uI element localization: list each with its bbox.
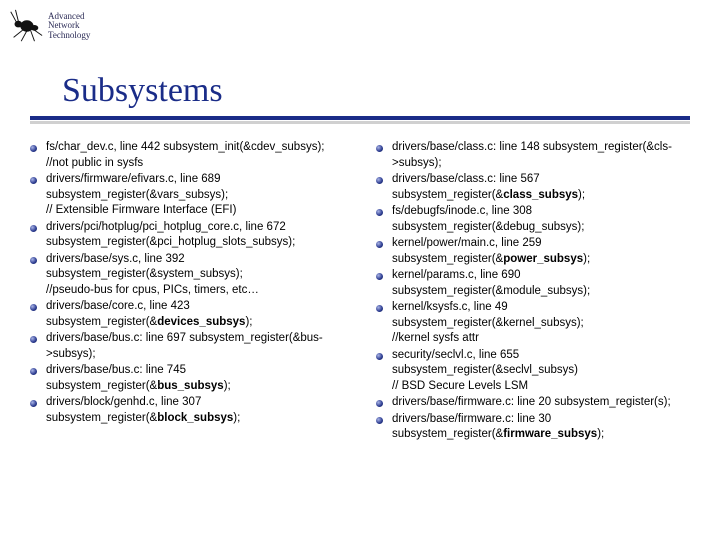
list-item: fs/char_dev.c, line 442 subsystem_init(&…	[30, 140, 350, 171]
logo: Advanced Network Technology	[6, 4, 126, 48]
list-item: drivers/pci/hotplug/pci_hotplug_core.c, …	[30, 220, 350, 251]
list-item: drivers/base/bus.c: line 745 subsystem_r…	[30, 363, 350, 394]
list-item: security/seclvl.c, line 655 subsystem_re…	[376, 348, 696, 395]
list-item: drivers/base/bus.c: line 697 subsystem_r…	[30, 331, 350, 362]
ant-icon	[6, 7, 44, 45]
page-title: Subsystems	[62, 72, 223, 110]
right-column: drivers/base/class.c: line 148 subsystem…	[376, 140, 696, 530]
list-item: kernel/power/main.c, line 259 subsystem_…	[376, 236, 696, 267]
title-rule	[30, 116, 690, 120]
list-item: drivers/base/firmware.c: line 30 subsyst…	[376, 412, 696, 443]
list-item: drivers/base/class.c: line 567 subsystem…	[376, 172, 696, 203]
list-item: drivers/block/genhd.c, line 307 subsyste…	[30, 395, 350, 426]
list-item: kernel/ksysfs.c, line 49 subsystem_regis…	[376, 300, 696, 347]
list-item: drivers/firmware/efivars.c, line 689 sub…	[30, 172, 350, 219]
list-item: fs/debugfs/inode.c, line 308 subsystem_r…	[376, 204, 696, 235]
list-item: drivers/base/class.c: line 148 subsystem…	[376, 140, 696, 171]
logo-text: Advanced Network Technology	[48, 12, 90, 40]
left-column: fs/char_dev.c, line 442 subsystem_init(&…	[30, 140, 350, 530]
content-columns: fs/char_dev.c, line 442 subsystem_init(&…	[30, 140, 696, 530]
list-item: kernel/params.c, line 690 subsystem_regi…	[376, 268, 696, 299]
list-item: drivers/base/firmware.c: line 20 subsyst…	[376, 395, 696, 411]
list-item: drivers/base/core.c, line 423 subsystem_…	[30, 299, 350, 330]
list-item: drivers/base/sys.c, line 392 subsystem_r…	[30, 252, 350, 299]
logo-line-3: Technology	[48, 31, 90, 40]
